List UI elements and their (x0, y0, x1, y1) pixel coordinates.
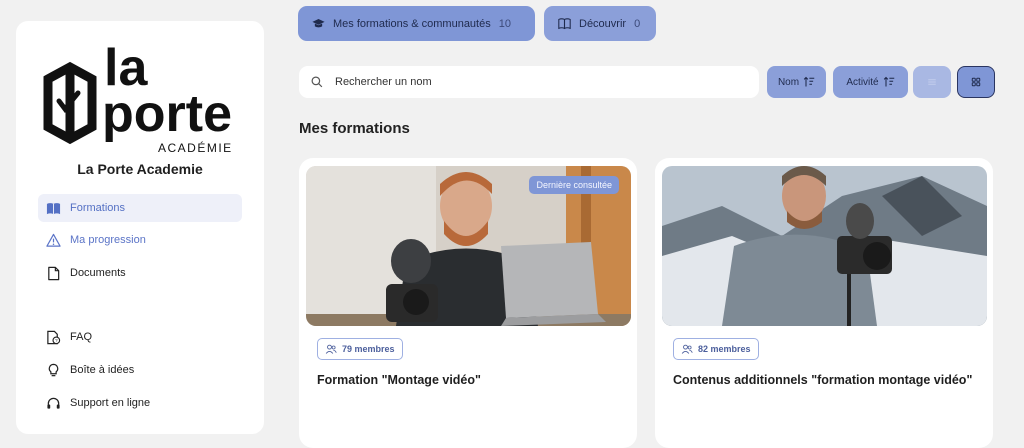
tab-count: 0 (634, 17, 641, 30)
graduation-cap-icon (312, 17, 325, 30)
members-count: 79 membres (342, 344, 395, 354)
search-bar (299, 66, 759, 98)
sidebar-item-label: FAQ (70, 331, 93, 343)
sidebar-item-label: Ma progression (70, 234, 146, 246)
sidebar-item-faq[interactable]: ? FAQ (38, 323, 242, 351)
tab-count: 10 (498, 17, 511, 30)
users-icon (681, 344, 693, 354)
sort-label: Activité (846, 76, 879, 88)
brand-name: La Porte Academie (77, 161, 203, 177)
tab-mes-formations[interactable]: Mes formations & communautés 10 (298, 6, 535, 41)
members-badge: 82 membres (673, 338, 759, 360)
svg-text:ACADÉMIE: ACADÉMIE (158, 140, 233, 155)
sidebar-item-label: Support en ligne (70, 397, 151, 409)
users-icon (325, 344, 337, 354)
sort-ascending-icon (883, 76, 894, 87)
headset-icon (44, 394, 62, 412)
sort-ascending-icon (803, 76, 815, 87)
book-icon (558, 17, 571, 30)
warning-triangle-icon (44, 231, 62, 249)
sidebar-item-label: Formations (70, 202, 126, 214)
members-count: 82 membres (698, 344, 751, 354)
sidebar-item-support-en-ligne[interactable]: Support en ligne (38, 389, 242, 417)
faq-file-icon: ? (44, 328, 62, 346)
photo-man-camera-mountain (662, 166, 987, 326)
search-input[interactable] (333, 75, 717, 89)
sort-by-activity-button[interactable]: Activité (833, 66, 908, 98)
book-open-icon (44, 199, 62, 217)
tab-label: Découvrir (579, 17, 627, 30)
sidebar-item-boite-a-idees[interactable]: Boîte à idées (38, 356, 242, 384)
sidebar: la porte ACADÉMIE La Porte Academie Form… (16, 21, 264, 434)
lightbulb-icon (44, 361, 62, 379)
sidebar-item-documents[interactable]: Documents (38, 259, 242, 287)
card-thumbnail (662, 166, 987, 326)
list-view-button[interactable] (913, 66, 951, 98)
document-icon (44, 264, 62, 282)
sidebar-item-label: Boîte à idées (70, 364, 135, 376)
sort-by-name-button[interactable]: Nom (767, 66, 826, 98)
sidebar-item-formations[interactable]: Formations (38, 194, 242, 222)
svg-text:porte: porte (102, 85, 232, 143)
section-title: Mes formations (299, 120, 410, 137)
formation-card[interactable]: 82 membres Contenus additionnels "format… (655, 158, 993, 448)
card-title: Formation "Montage vidéo" (317, 373, 481, 387)
grid-view-button[interactable] (957, 66, 995, 98)
sidebar-item-label: Documents (70, 267, 126, 279)
svg-text:?: ? (55, 338, 58, 343)
card-thumbnail: Dernière consultée (306, 166, 631, 326)
sidebar-item-ma-progression[interactable]: Ma progression (38, 226, 242, 254)
la-porte-logo: la porte ACADÉMIE (43, 39, 233, 155)
card-title: Contenus additionnels "formation montage… (673, 373, 973, 387)
sort-label: Nom (777, 76, 800, 88)
last-viewed-badge: Dernière consultée (529, 176, 619, 194)
list-icon (928, 79, 936, 85)
formation-card[interactable]: Dernière consultée 79 membres Formation … (299, 158, 637, 448)
tab-decouvrir[interactable]: Découvrir 0 (544, 6, 656, 41)
members-badge: 79 membres (317, 338, 403, 360)
tab-label: Mes formations & communautés (333, 17, 491, 30)
grid-icon (971, 77, 981, 87)
search-icon (311, 76, 323, 88)
